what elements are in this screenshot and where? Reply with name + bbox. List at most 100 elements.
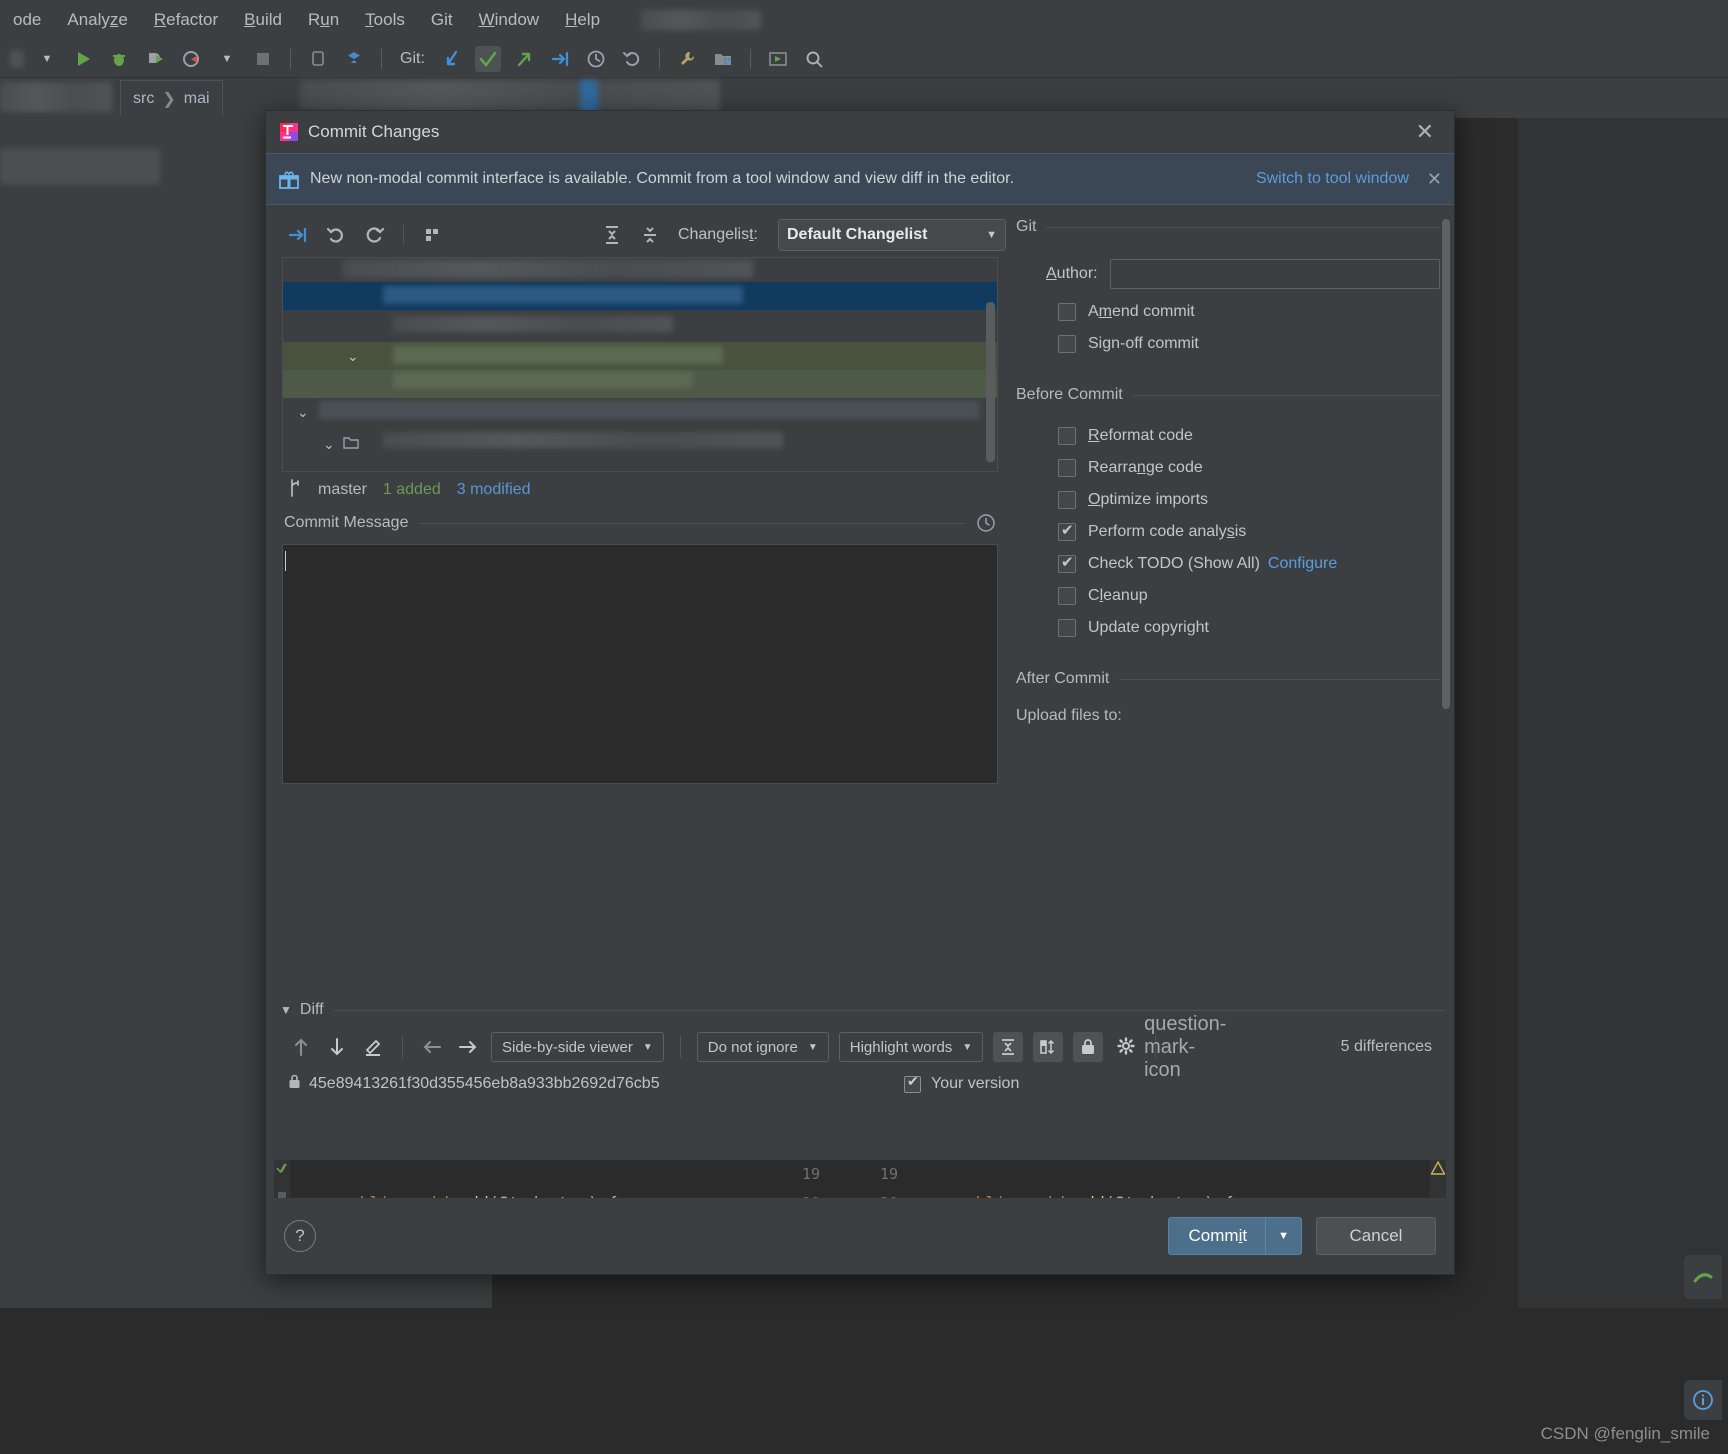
changed-files-tree[interactable]: ⌄ ⌄ ⌄: [282, 257, 998, 472]
commit-button[interactable]: Commit ▼: [1167, 1217, 1302, 1255]
refresh-icon[interactable]: [360, 221, 388, 249]
viewer-mode-combo[interactable]: Side-by-side viewer ▼: [491, 1032, 664, 1062]
project-structure-icon[interactable]: [710, 46, 736, 72]
chevron-down-icon-3[interactable]: ⌄: [323, 436, 335, 453]
check-todo-row[interactable]: Check TODO (Show All) Configure: [1058, 553, 1454, 573]
rollback-icon[interactable]: [619, 46, 645, 72]
chevron-down-icon-2[interactable]: ⌄: [297, 404, 309, 421]
diff-header[interactable]: ▼ Diff: [274, 995, 1446, 1025]
menu-item-tools[interactable]: Tools: [352, 6, 418, 34]
cleanup-row[interactable]: Cleanup: [1058, 587, 1454, 605]
highlight-mode-combo[interactable]: Highlight words ▼: [838, 1032, 984, 1062]
move-to-changelist-icon[interactable]: [284, 221, 312, 249]
sync-project-icon[interactable]: [341, 46, 367, 72]
sign-off-commit-checkbox[interactable]: [1058, 335, 1076, 353]
question-mark-icon[interactable]: question-mark-icon: [1144, 1013, 1226, 1081]
git-pull-icon[interactable]: [547, 46, 573, 72]
update-copyright-row[interactable]: Update copyright: [1058, 619, 1454, 637]
settings-wrench-icon[interactable]: [674, 46, 700, 72]
your-version-checkbox[interactable]: [904, 1073, 921, 1093]
read-only-lock-icon[interactable]: [1073, 1032, 1104, 1062]
cleanup-checkbox[interactable]: [1058, 587, 1076, 605]
debug-icon[interactable]: [106, 46, 132, 72]
menu-item-window[interactable]: Window: [466, 6, 552, 34]
run-config-selector[interactable]: [10, 49, 24, 68]
collapse-unchanged-icon[interactable]: [993, 1032, 1024, 1062]
profiler-icon[interactable]: [178, 46, 204, 72]
chevron-down-icon[interactable]: ⌄: [347, 348, 359, 365]
menu-item-help[interactable]: Help: [552, 6, 613, 34]
device-manager-icon[interactable]: [305, 46, 331, 72]
optimize-imports-checkbox[interactable]: [1058, 491, 1076, 509]
arrow-left-icon[interactable]: [419, 1034, 445, 1060]
perform-code-analysis-checkbox[interactable]: [1058, 521, 1076, 541]
breadcrumb-main[interactable]: mai: [184, 90, 210, 108]
menu-item-run[interactable]: Run: [295, 6, 352, 34]
tree-row-4[interactable]: ⌄: [283, 398, 997, 426]
git-commit-icon[interactable]: [474, 45, 501, 72]
revert-icon[interactable]: [322, 221, 350, 249]
expand-all-icon[interactable]: [598, 221, 626, 249]
gear-icon[interactable]: [1113, 1034, 1139, 1060]
close-icon[interactable]: ✕: [1410, 119, 1440, 145]
tree-row-2[interactable]: ⌄: [283, 342, 997, 370]
rearrange-code-row[interactable]: Rearrange code: [1058, 459, 1454, 477]
chevron-down-icon[interactable]: ▼: [1266, 1230, 1301, 1242]
git-update-project-icon[interactable]: [439, 46, 465, 72]
history-icon[interactable]: [583, 46, 609, 72]
cancel-button[interactable]: Cancel: [1316, 1217, 1436, 1255]
commit-message-input[interactable]: [282, 544, 998, 784]
run-anything-icon[interactable]: [765, 46, 791, 72]
chevron-down-icon[interactable]: ▼: [280, 1003, 292, 1017]
check-todo-checkbox[interactable]: [1058, 553, 1076, 573]
tree-row-5[interactable]: ⌄: [283, 430, 997, 458]
warning-triangle-icon[interactable]: [1430, 1160, 1446, 1179]
changelist-combo[interactable]: Default Changelist ▼: [778, 219, 1006, 251]
update-copyright-checkbox[interactable]: [1058, 619, 1076, 637]
your-version-header[interactable]: Your version: [904, 1073, 1019, 1093]
git-push-icon[interactable]: [511, 46, 537, 72]
tree-scrollbar[interactable]: [986, 302, 995, 462]
author-input[interactable]: [1109, 259, 1440, 289]
run-icon[interactable]: [70, 46, 96, 72]
reformat-code-row[interactable]: Reformat code: [1058, 427, 1454, 445]
accept-all-icon[interactable]: [276, 1161, 290, 1179]
gradle-widget-icon[interactable]: [1684, 1255, 1722, 1299]
notifications-icon[interactable]: [1684, 1380, 1722, 1420]
tree-row-selected[interactable]: [283, 282, 997, 310]
options-scrollbar[interactable]: [1442, 219, 1450, 709]
optimize-imports-row[interactable]: Optimize imports: [1058, 491, 1454, 509]
configure-todo-link[interactable]: Configure: [1268, 555, 1337, 573]
pencil-icon[interactable]: [360, 1034, 386, 1060]
banner-close-icon[interactable]: ✕: [1427, 169, 1442, 190]
reformat-code-checkbox[interactable]: [1058, 427, 1076, 445]
amend-commit-row[interactable]: Amend commit: [1058, 303, 1454, 321]
switch-to-tool-window-link[interactable]: Switch to tool window: [1256, 170, 1409, 188]
arrow-right-icon[interactable]: [455, 1034, 481, 1060]
sign-off-commit-row[interactable]: Sign-off commit: [1058, 335, 1454, 353]
run-with-coverage-icon[interactable]: [142, 46, 168, 72]
help-button[interactable]: ?: [284, 1220, 316, 1252]
left-scroll-thumb[interactable]: [278, 1192, 286, 1198]
diff-left-pane[interactable]: public void add(Student s) { repository.…: [274, 1160, 766, 1198]
menu-item-git[interactable]: Git: [418, 6, 466, 34]
menu-item-code[interactable]: ode: [0, 6, 54, 34]
perform-code-analysis-row[interactable]: Perform code analysis: [1058, 521, 1454, 541]
chevron-down-icon-2[interactable]: ▼: [214, 46, 240, 72]
collapse-all-icon[interactable]: [636, 221, 664, 249]
tree-row-1[interactable]: [283, 314, 997, 342]
arrow-up-icon[interactable]: [288, 1034, 314, 1060]
amend-commit-checkbox[interactable]: [1058, 303, 1076, 321]
diff-right-pane[interactable]: public void add(Student s) { repository.…: [906, 1160, 1446, 1198]
menu-item-analyze[interactable]: Analyze: [54, 6, 141, 34]
search-everywhere-icon[interactable]: [801, 46, 827, 72]
arrow-down-icon[interactable]: [324, 1034, 350, 1060]
group-by-icon[interactable]: [419, 221, 447, 249]
tree-row-3[interactable]: [283, 370, 997, 398]
whitespace-mode-combo[interactable]: Do not ignore ▼: [696, 1032, 829, 1062]
sync-scroll-icon[interactable]: [1033, 1032, 1064, 1062]
history-clock-icon[interactable]: [976, 513, 996, 533]
menu-item-build[interactable]: Build: [231, 6, 295, 34]
menu-item-refactor[interactable]: Refactor: [141, 6, 231, 34]
rearrange-code-checkbox[interactable]: [1058, 459, 1076, 477]
